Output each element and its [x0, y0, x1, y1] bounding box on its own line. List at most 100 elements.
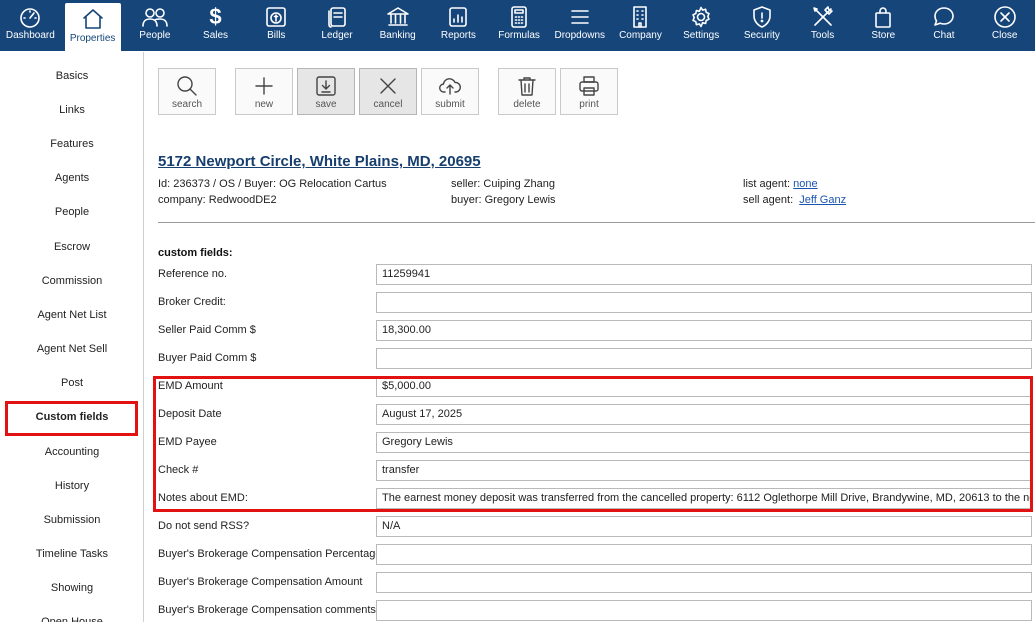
- sidebar-item-history[interactable]: History: [0, 476, 144, 496]
- seller-paid-comm-input[interactable]: 18,300.00: [376, 320, 1032, 341]
- nav-label: Formulas: [498, 30, 540, 41]
- sell-agent-label: sell agent:: [743, 194, 794, 206]
- sidebar-item-commission[interactable]: Commission: [0, 271, 144, 291]
- list-agent-link[interactable]: none: [793, 178, 817, 190]
- print-button[interactable]: print: [560, 68, 618, 115]
- dollar-icon: $: [209, 4, 222, 29]
- cancel-button-label: cancel: [373, 99, 403, 110]
- nav-security[interactable]: Security: [732, 0, 793, 51]
- save-button-label: save: [315, 99, 337, 110]
- sidebar-item-post[interactable]: Post: [0, 373, 144, 393]
- nav-label: Sales: [203, 30, 229, 41]
- nav-label: Banking: [379, 30, 416, 41]
- property-title-link[interactable]: 5172 Newport Circle, White Plains, MD, 2…: [158, 153, 481, 170]
- top-nav: Dashboard Properties People $ Sales Bill…: [0, 0, 1035, 51]
- do-not-send-rss-input[interactable]: N/A: [376, 516, 1032, 537]
- sidebar-item-showing[interactable]: Showing: [0, 578, 144, 598]
- search-button-label: search: [171, 99, 202, 110]
- nav-banking[interactable]: Banking: [367, 0, 428, 51]
- field-label-bbc-percentage: Buyer's Brokerage Compensation Percentag…: [158, 548, 382, 560]
- field-label-seller-paid-comm: Seller Paid Comm $: [158, 324, 256, 336]
- nav-reports[interactable]: Reports: [428, 0, 489, 51]
- nav-sales[interactable]: $ Sales: [185, 0, 246, 51]
- house-icon: [82, 8, 103, 29]
- bbc-percentage-input[interactable]: [376, 544, 1032, 565]
- nav-label: Dropdowns: [554, 30, 606, 41]
- list-agent-label: list agent:: [743, 178, 791, 190]
- buyer-paid-comm-input[interactable]: [376, 348, 1032, 369]
- nav-company[interactable]: Company: [610, 0, 671, 51]
- sidebar-item-features[interactable]: Features: [0, 134, 144, 154]
- cancel-button[interactable]: cancel: [359, 68, 417, 115]
- nav-label: Store: [871, 30, 896, 41]
- nav-label: Close: [991, 30, 1018, 41]
- nav-formulas[interactable]: Formulas: [489, 0, 550, 51]
- people-icon: [142, 8, 168, 27]
- submit-button[interactable]: submit: [421, 68, 479, 115]
- search-button[interactable]: search: [158, 68, 216, 115]
- nav-settings[interactable]: Settings: [671, 0, 732, 51]
- sidebar-item-basics[interactable]: Basics: [0, 66, 144, 86]
- nav-label: Security: [743, 30, 780, 41]
- sidebar-item-people[interactable]: People: [0, 202, 144, 222]
- tools-icon: [812, 6, 833, 26]
- nav-label: Ledger: [321, 30, 353, 41]
- new-button[interactable]: new: [235, 68, 293, 115]
- delete-button[interactable]: delete: [498, 68, 556, 115]
- header-divider: [158, 222, 1035, 223]
- sidebar-item-agents[interactable]: Agents: [0, 168, 144, 188]
- sidebar-item-accounting[interactable]: Accounting: [0, 442, 144, 462]
- nav-label: Chat: [933, 30, 955, 41]
- submit-button-label: submit: [435, 99, 465, 110]
- save-download-icon: [316, 75, 336, 96]
- field-label-bbc-amount: Buyer's Brokerage Compensation Amount: [158, 576, 363, 588]
- nav-ledger[interactable]: Ledger: [307, 0, 368, 51]
- bbc-amount-input[interactable]: [376, 572, 1032, 593]
- calculator-icon: [511, 6, 527, 28]
- sidebar-item-links[interactable]: Links: [0, 100, 144, 120]
- reference-no-input[interactable]: 11259941: [376, 264, 1032, 285]
- menu-lines-icon: [570, 10, 589, 24]
- nav-people[interactable]: People: [125, 0, 186, 51]
- nav-store[interactable]: Store: [853, 0, 914, 51]
- sidebar-item-escrow[interactable]: Escrow: [0, 237, 144, 257]
- sell-agent-link[interactable]: Jeff Ganz: [799, 194, 846, 206]
- nav-tools[interactable]: Tools: [792, 0, 853, 51]
- close-circle-icon: [993, 6, 1016, 28]
- broker-credit-input[interactable]: [376, 292, 1032, 313]
- chat-bubble-icon: [934, 7, 954, 26]
- nav-label: Bills: [267, 30, 286, 41]
- field-label-buyer-paid-comm: Buyer Paid Comm $: [158, 352, 257, 364]
- nav-properties[interactable]: Properties: [64, 3, 121, 51]
- nav-label: Dashboard: [5, 30, 55, 41]
- sell-agent: sell agent: Jeff Ganz: [743, 194, 846, 206]
- field-label-reference-no: Reference no.: [158, 268, 228, 280]
- property-id-line: Id: 236373 / OS / Buyer: OG Relocation C…: [158, 178, 387, 190]
- dashboard-icon: [20, 8, 41, 28]
- sidebar: Basics Links Features Agents People Escr…: [0, 52, 144, 622]
- save-button[interactable]: save: [297, 68, 355, 115]
- field-label-broker-credit: Broker Credit:: [158, 296, 226, 308]
- reports-icon: [449, 7, 468, 27]
- buyer-line: buyer: Gregory Lewis: [451, 194, 556, 206]
- bank-icon: [386, 7, 409, 26]
- sidebar-item-submission[interactable]: Submission: [0, 510, 144, 530]
- search-icon: [177, 75, 197, 96]
- bbc-comments-input[interactable]: [376, 600, 1032, 621]
- sidebar-item-agent-net-list[interactable]: Agent Net List: [0, 305, 144, 325]
- sidebar-item-open-house[interactable]: Open House: [0, 612, 144, 622]
- trash-icon: [518, 76, 536, 96]
- nav-bills[interactable]: Bills: [246, 0, 307, 51]
- nav-dropdowns[interactable]: Dropdowns: [549, 0, 610, 51]
- nav-close[interactable]: Close: [974, 0, 1035, 51]
- sidebar-item-timeline-tasks[interactable]: Timeline Tasks: [0, 544, 144, 564]
- nav-dashboard[interactable]: Dashboard: [0, 0, 61, 51]
- delete-button-label: delete: [513, 99, 541, 110]
- sidebar-highlight-box: [5, 401, 138, 436]
- print-button-label: print: [579, 99, 599, 110]
- gear-icon: [692, 6, 710, 28]
- sidebar-item-agent-net-sell[interactable]: Agent Net Sell: [0, 339, 144, 359]
- close-icon: [380, 77, 396, 94]
- nav-chat[interactable]: Chat: [914, 0, 975, 51]
- nav-label: Tools: [810, 30, 835, 41]
